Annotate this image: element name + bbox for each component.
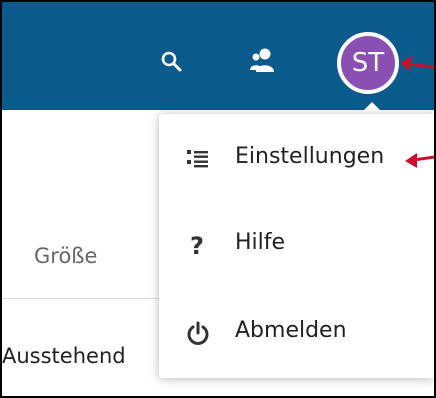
menu-item-label: Einstellungen: [235, 144, 385, 169]
search-icon[interactable]: [160, 50, 182, 72]
top-header: ST: [2, 2, 434, 110]
annotation-arrow-icon: [400, 56, 434, 71]
menu-item-logout[interactable]: Abmelden: [159, 304, 434, 364]
power-icon: [187, 321, 209, 345]
user-avatar[interactable]: ST: [337, 32, 399, 94]
menu-caret: [360, 102, 384, 114]
app-frame: ST Größe Ausstehend Einstellungen ? Hilf…: [0, 0, 436, 398]
menu-item-help[interactable]: ? Hilfe: [159, 216, 434, 276]
menu-item-label: Hilfe: [235, 230, 286, 255]
svg-text:?: ?: [190, 232, 204, 258]
contacts-icon[interactable]: [248, 46, 276, 74]
help-icon: ?: [190, 232, 204, 258]
table-divider: [2, 298, 172, 299]
menu-item-settings[interactable]: Einstellungen: [159, 130, 434, 190]
column-header-size[interactable]: Größe: [34, 244, 97, 268]
user-dropdown-menu: Einstellungen ? Hilfe Abmelden: [159, 114, 434, 378]
menu-item-label: Abmelden: [235, 318, 347, 343]
table-row-status: Ausstehend: [2, 344, 126, 368]
settings-list-icon: [187, 150, 208, 168]
